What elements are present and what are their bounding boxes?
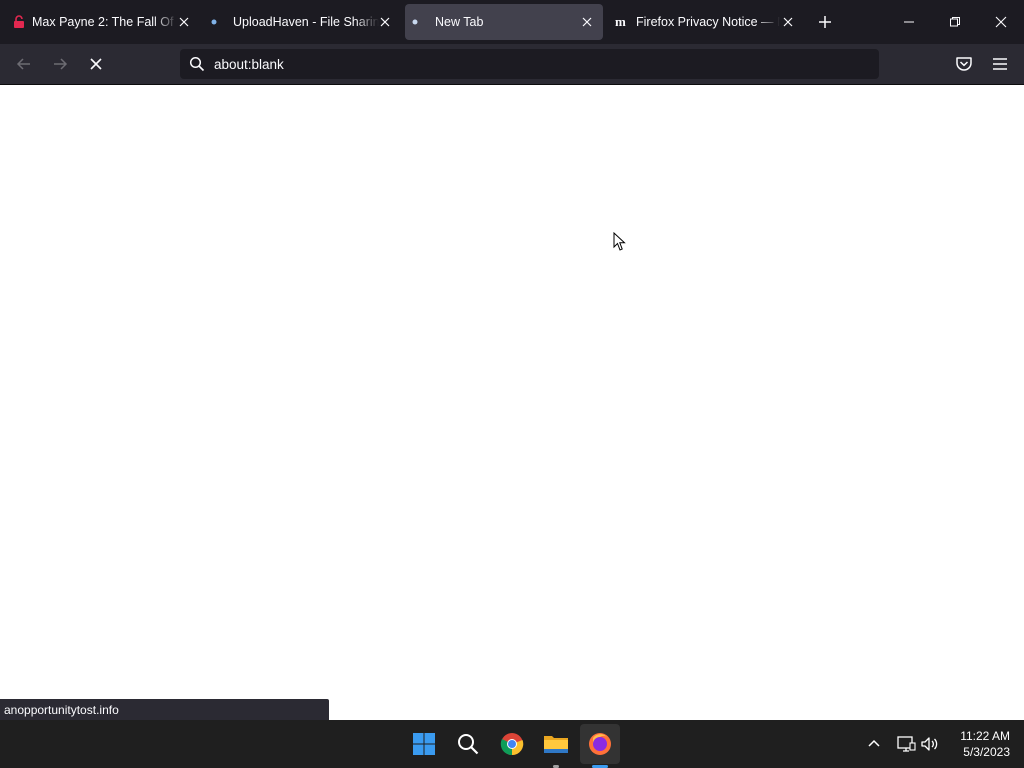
close-window-button[interactable] xyxy=(978,0,1024,44)
red-lock-icon xyxy=(14,15,24,28)
tab-max-payne[interactable]: Max Payne 2: The Fall Of Max Payne xyxy=(4,4,202,40)
close-icon[interactable] xyxy=(379,16,391,28)
tab-new-tab[interactable]: New Tab xyxy=(405,4,603,40)
close-icon[interactable] xyxy=(178,16,190,28)
pocket-icon[interactable] xyxy=(952,52,976,76)
taskbar: 11:22 AM 5/3/2023 xyxy=(0,720,1024,768)
chrome-icon xyxy=(500,733,524,756)
close-icon xyxy=(995,16,1007,28)
back-arrow-icon[interactable] xyxy=(12,52,36,76)
start-button[interactable] xyxy=(404,724,444,764)
page-content-blank[interactable] xyxy=(0,85,1024,720)
firefox-icon xyxy=(589,733,611,755)
hamburger-menu-icon[interactable] xyxy=(988,52,1012,76)
search-icon xyxy=(458,734,479,755)
network-icon[interactable] xyxy=(894,732,918,756)
new-tab-plus-icon[interactable] xyxy=(817,14,833,30)
close-icon[interactable] xyxy=(581,16,593,28)
loading-dot-icon xyxy=(211,19,217,25)
tab-uploadhaven[interactable]: UploadHaven - File Sharing xyxy=(205,4,403,40)
forward-arrow-icon[interactable] xyxy=(48,52,72,76)
taskbar-search-button[interactable] xyxy=(448,724,488,764)
restore-icon xyxy=(950,17,960,27)
search-icon xyxy=(189,56,205,72)
clock-time: 11:22 AM xyxy=(960,729,1010,743)
minimize-icon xyxy=(904,21,914,23)
url-input[interactable] xyxy=(214,49,854,79)
taskbar-file-explorer[interactable] xyxy=(536,724,576,768)
chevron-up-icon[interactable] xyxy=(862,732,886,756)
tab-title: New Tab xyxy=(435,15,484,29)
file-explorer-icon xyxy=(544,736,568,753)
restore-button[interactable] xyxy=(932,0,978,44)
windows-start-icon xyxy=(413,733,435,755)
taskbar-chrome[interactable] xyxy=(492,724,532,764)
status-link-text: anopportunitytost.info xyxy=(4,703,119,717)
tab-firefox-privacy[interactable]: m Firefox Privacy Notice — Mozilla xyxy=(606,4,802,40)
close-icon[interactable] xyxy=(782,16,794,28)
volume-icon[interactable] xyxy=(918,732,942,756)
system-clock[interactable]: 11:22 AM 5/3/2023 xyxy=(950,728,1010,760)
svg-text:m: m xyxy=(615,15,626,29)
tab-strip: Max Payne 2: The Fall Of Max Payne Uploa… xyxy=(0,0,1024,44)
clock-date: 5/3/2023 xyxy=(963,745,1010,759)
status-panel: anopportunitytost.info xyxy=(0,699,329,720)
taskbar-firefox[interactable] xyxy=(580,724,620,768)
mouse-cursor-icon xyxy=(613,232,626,251)
minimize-button[interactable] xyxy=(886,0,932,44)
loading-dot-icon xyxy=(412,19,418,25)
mozilla-m-icon: m xyxy=(615,15,626,29)
address-bar[interactable] xyxy=(180,49,879,79)
stop-loading-icon[interactable] xyxy=(84,52,108,76)
